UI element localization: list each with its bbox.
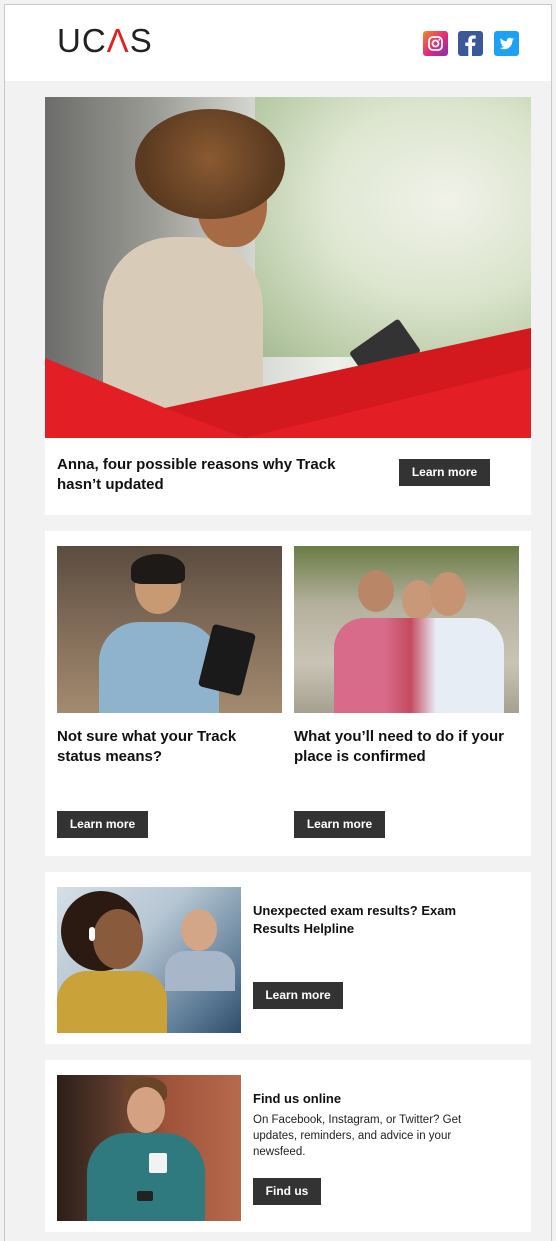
place-confirmed-learn-more-button[interactable]: Learn more xyxy=(294,811,385,838)
colleague-body xyxy=(165,951,235,991)
helpline-title[interactable]: Unexpected exam results? Exam Results He… xyxy=(253,902,483,938)
woman1-head xyxy=(358,570,394,612)
students-bodies xyxy=(334,618,504,713)
place-confirmed-title[interactable]: What you’ll need to do if your place is … xyxy=(294,727,514,767)
track-status-image[interactable] xyxy=(57,546,282,713)
instagram-icon[interactable] xyxy=(423,31,448,56)
two-column-card: Not sure what your Track status means? W… xyxy=(45,531,531,856)
helpline-card: Unexpected exam results? Exam Results He… xyxy=(45,872,531,1044)
track-status-title[interactable]: Not sure what your Track status means? xyxy=(57,727,277,767)
hero-learn-more-button[interactable]: Learn more xyxy=(399,459,490,486)
ucas-logo[interactable]: UCΛS xyxy=(57,24,153,57)
hero-card: Anna, four possible reasons why Track ha… xyxy=(45,97,531,515)
facebook-icon[interactable] xyxy=(458,31,483,56)
track-status-learn-more-button[interactable]: Learn more xyxy=(57,811,148,838)
woman2-head xyxy=(402,580,434,620)
phone xyxy=(137,1191,153,1201)
find-us-card: Find us online On Facebook, Instagram, o… xyxy=(45,1060,531,1232)
man-shirt xyxy=(99,622,219,713)
colleague-head xyxy=(181,909,217,951)
twitter-icon[interactable] xyxy=(494,31,519,56)
find-us-description: On Facebook, Instagram, or Twitter? Get … xyxy=(253,1114,462,1158)
man2-head xyxy=(430,572,466,616)
helpline-image[interactable] xyxy=(57,887,241,1033)
operator-face xyxy=(93,909,143,969)
find-us-title: Find us online xyxy=(253,1091,342,1106)
hero-image xyxy=(45,97,531,438)
place-confirmed-image[interactable] xyxy=(294,546,519,713)
email-header: UCΛS xyxy=(5,5,551,81)
helpline-learn-more-button[interactable]: Learn more xyxy=(253,982,343,1009)
coffee-mug xyxy=(149,1153,167,1173)
hero-red-band xyxy=(45,328,531,438)
find-us-button[interactable]: Find us xyxy=(253,1178,321,1205)
email-frame: UCΛS Anna, four possible reasons why Tra… xyxy=(4,4,552,1241)
man-hair xyxy=(131,554,185,584)
hero-title[interactable]: Anna, four possible reasons why Track ha… xyxy=(57,455,367,495)
man3-face xyxy=(127,1087,165,1133)
hero-person-hair xyxy=(135,109,285,219)
man3-shirt xyxy=(87,1133,205,1221)
headset-icon xyxy=(89,927,95,941)
hero-window-bg xyxy=(255,97,531,357)
find-us-image[interactable] xyxy=(57,1075,241,1221)
operator-body xyxy=(57,971,167,1033)
